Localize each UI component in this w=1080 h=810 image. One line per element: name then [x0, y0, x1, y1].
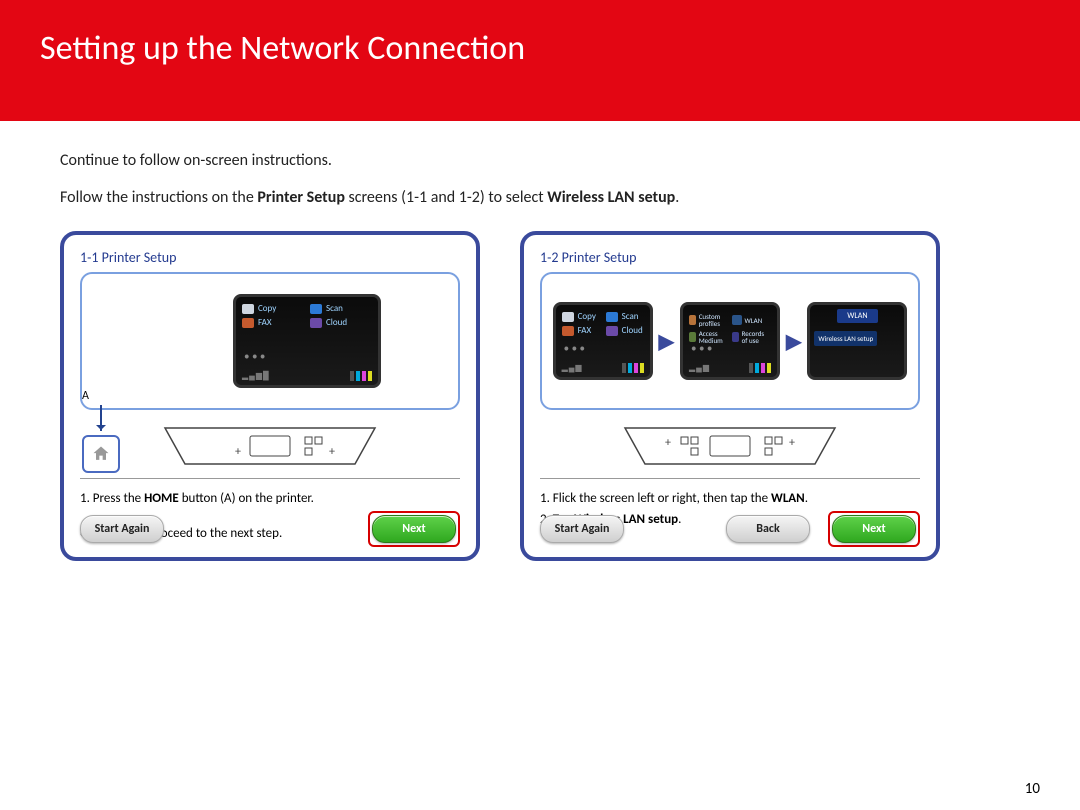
intro-line-1: Continue to follow on-screen instruction… — [60, 151, 1020, 170]
printer-lcd-2c: WLAN Wireless LAN setup — [807, 302, 907, 380]
chevron-right-icon: ▶ — [786, 329, 801, 354]
intro-line-2: Follow the instructions on the Printer S… — [60, 188, 1020, 207]
svg-text:+: + — [329, 445, 335, 459]
cloud-icon — [606, 326, 618, 336]
back-button[interactable]: Back — [726, 515, 810, 543]
printer-body-diagram-1: + + — [80, 422, 460, 470]
home-button-diagram — [82, 435, 120, 473]
panel-2-inner: Copy Scan FAX Cloud • • • ▂▄▆ ▶ Custom p… — [540, 272, 920, 410]
printer-lcd-2a: Copy Scan FAX Cloud • • • ▂▄▆ — [553, 302, 653, 380]
divider — [80, 478, 460, 479]
slide-header: Setting up the Network Connection — [0, 0, 1080, 121]
printer-body-diagram-2: + + — [540, 422, 920, 470]
copy-icon — [242, 304, 254, 314]
svg-text:+: + — [665, 436, 671, 450]
divider — [540, 478, 920, 479]
panel-1-1: 1-1 Printer Setup Copy Scan FAX Cloud • … — [60, 231, 480, 561]
svg-text:+: + — [789, 436, 795, 450]
panel-2-title: 1-2 Printer Setup — [540, 249, 920, 266]
panel-1-title: 1-1 Printer Setup — [80, 249, 460, 266]
scan-icon — [310, 304, 322, 314]
home-button-callout: A — [82, 389, 120, 473]
copy-icon — [562, 312, 574, 322]
next-highlight: Next — [828, 511, 920, 547]
fax-icon — [242, 318, 254, 328]
slide-title: Setting up the Network Connection — [40, 28, 1040, 69]
panel-1-inner: Copy Scan FAX Cloud • • • ▂▄▆█ — [80, 272, 460, 410]
scan-icon — [606, 312, 618, 322]
chevron-right-icon: ▶ — [659, 329, 674, 354]
printer-lcd-1: Copy Scan FAX Cloud • • • ▂▄▆█ — [233, 294, 381, 388]
svg-text:+: + — [235, 445, 241, 459]
start-again-button[interactable]: Start Again — [80, 515, 164, 543]
start-again-button[interactable]: Start Again — [540, 515, 624, 543]
fax-icon — [562, 326, 574, 336]
next-highlight: Next — [368, 511, 460, 547]
next-button[interactable]: Next — [832, 515, 916, 543]
page-number: 10 — [1025, 780, 1040, 798]
printer-lcd-2b: Custom profiles WLAN Access Medium Recor… — [680, 302, 780, 380]
home-icon — [91, 444, 111, 464]
cloud-icon — [310, 318, 322, 328]
next-button[interactable]: Next — [372, 515, 456, 543]
panel-1-2: 1-2 Printer Setup Copy Scan FAX Cloud • … — [520, 231, 940, 561]
